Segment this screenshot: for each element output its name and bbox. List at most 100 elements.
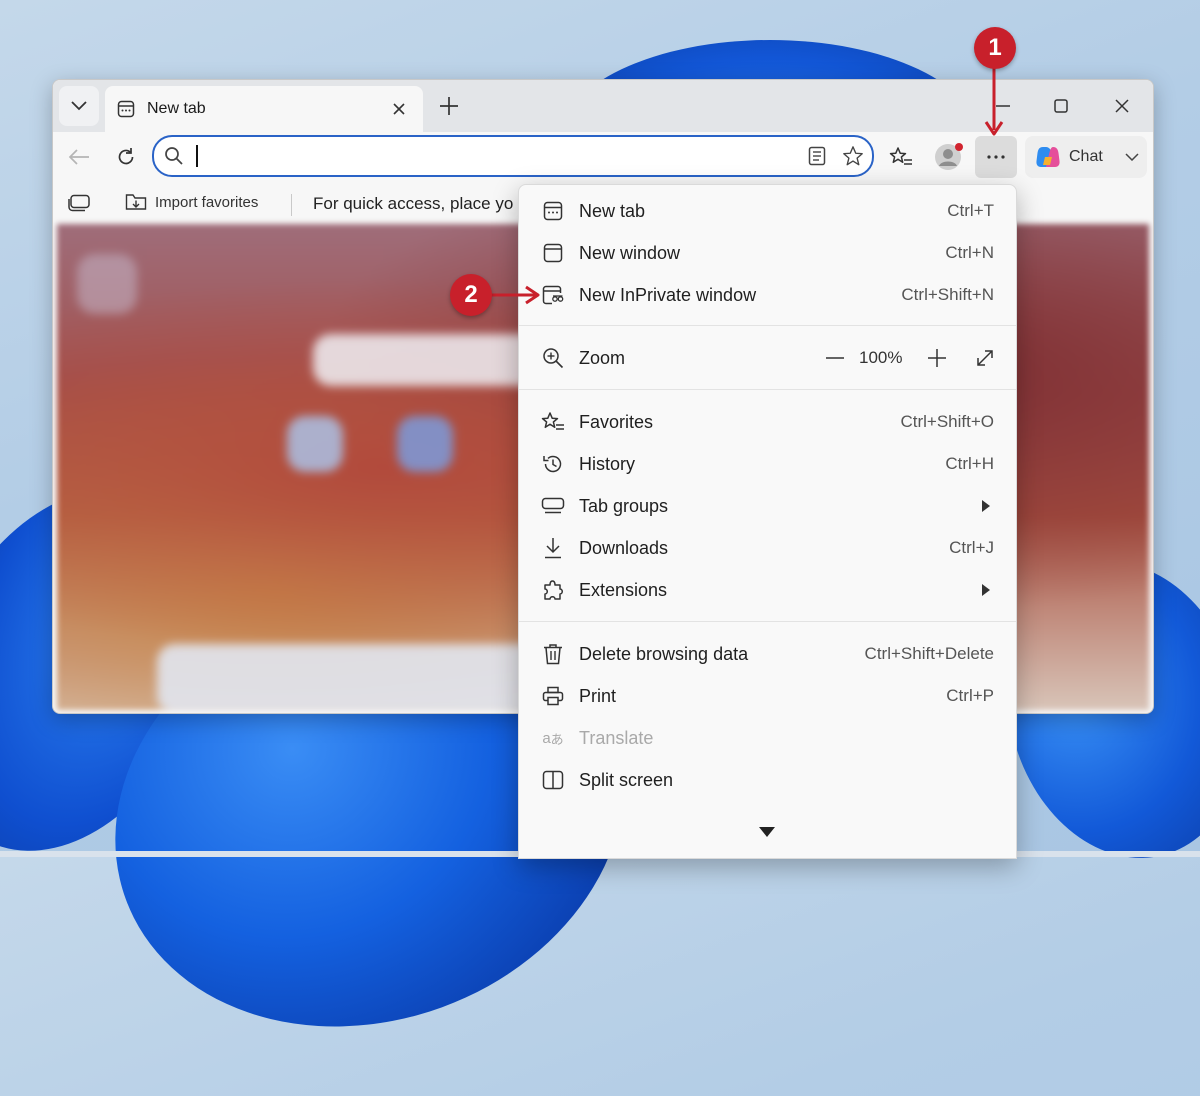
menu-item-zoom: Zoom 100% [519, 337, 1016, 379]
menu-item-new-window[interactable]: New window Ctrl+N [519, 232, 1016, 274]
plus-icon [439, 96, 459, 116]
menu-item-label: Downloads [579, 537, 669, 558]
chat-label: Chat [1069, 148, 1103, 165]
blurred-feed [157, 644, 557, 710]
chevron-down-icon [1125, 153, 1139, 161]
menu-item-shortcut: Ctrl+Shift+O [900, 412, 994, 431]
fullscreen-button[interactable] [971, 337, 999, 379]
printer-icon [541, 684, 565, 708]
reader-view-icon[interactable] [806, 145, 828, 167]
close-window-button[interactable] [1106, 92, 1138, 120]
favorites-star-list-icon [889, 146, 913, 168]
chevron-down-icon [71, 101, 87, 111]
menu-item-shortcut: Ctrl+T [947, 201, 994, 220]
back-button[interactable] [63, 141, 95, 173]
menu-divider [519, 325, 1016, 326]
maximize-button[interactable] [1045, 92, 1077, 120]
step-2-callout: 2 [450, 274, 492, 316]
split-screen-icon [541, 768, 565, 792]
inprivate-icon [541, 283, 565, 307]
address-bar[interactable] [152, 135, 874, 177]
menu-item-downloads[interactable]: Downloads Ctrl+J [519, 527, 1016, 569]
menu-item-new-inprivate-window[interactable]: New InPrivate window Ctrl+Shift+N [519, 274, 1016, 316]
menu-item-label: New window [579, 242, 681, 263]
submenu-arrow-icon [982, 499, 992, 513]
menu-item-favorites[interactable]: Favorites Ctrl+Shift+O [519, 401, 1016, 443]
annotation-arrow-1 [984, 66, 1004, 136]
menu-item-label: Translate [579, 727, 654, 748]
menu-item-label: History [579, 453, 636, 474]
import-folder-icon [125, 192, 147, 212]
trash-icon [541, 642, 565, 666]
menu-item-label: New InPrivate window [579, 284, 757, 305]
refresh-button[interactable] [110, 141, 142, 173]
blurred-tile [287, 416, 343, 472]
menu-item-shortcut: Ctrl+P [946, 686, 994, 705]
tab-actions-button[interactable] [59, 86, 99, 126]
menu-scroll-down-button[interactable] [757, 825, 777, 839]
download-icon [541, 536, 565, 560]
avatar [934, 143, 963, 171]
menu-item-shortcut: Ctrl+Shift+N [901, 285, 994, 304]
notification-dot [955, 143, 963, 151]
settings-and-more-button[interactable] [975, 136, 1017, 178]
menu-item-label: Split screen [579, 769, 674, 790]
menu-item-split-screen[interactable]: Split screen [519, 759, 1016, 801]
search-icon [164, 146, 184, 166]
annotation-arrow-2 [490, 285, 540, 305]
menu-item-shortcut: Ctrl+H [945, 454, 994, 473]
menu-item-extensions[interactable]: Extensions [519, 569, 1016, 611]
import-favorites-label: Import favorites [155, 193, 259, 211]
refresh-icon [116, 147, 136, 167]
zoom-level: 100% [859, 348, 903, 367]
settings-menu: New tab Ctrl+T New window Ctrl+N New InP… [518, 184, 1017, 859]
blurred-logo [77, 254, 137, 314]
window-icon [541, 241, 565, 265]
triangle-down-icon [759, 827, 775, 837]
address-input[interactable] [202, 143, 786, 171]
translate-icon: aあ [542, 729, 564, 747]
menu-item-new-tab[interactable]: New tab Ctrl+T [519, 190, 1016, 232]
menu-item-shortcut: Ctrl+N [945, 243, 994, 262]
new-tab-icon [541, 199, 565, 223]
menu-item-print[interactable]: Print Ctrl+P [519, 675, 1016, 717]
history-icon [541, 452, 565, 476]
tab-new-tab[interactable]: New tab [105, 86, 423, 132]
submenu-arrow-icon [982, 583, 992, 597]
copilot-icon [1035, 145, 1061, 169]
menu-item-label: Print [579, 685, 617, 706]
puzzle-piece-icon [541, 578, 565, 602]
menu-item-delete-browsing-data[interactable]: Delete browsing data Ctrl+Shift+Delete [519, 633, 1016, 675]
favorites-button[interactable] [885, 141, 917, 173]
new-tab-icon [117, 99, 137, 119]
favorites-divider [291, 194, 292, 216]
copilot-chat-button[interactable]: Chat [1025, 136, 1147, 178]
close-tab-icon[interactable] [389, 99, 409, 119]
menu-divider [519, 389, 1016, 390]
menu-item-shortcut: Ctrl+Shift+Delete [864, 644, 994, 663]
profile-button[interactable] [932, 141, 964, 173]
zoom-in-button[interactable] [923, 337, 951, 379]
menu-item-history[interactable]: History Ctrl+H [519, 443, 1016, 485]
zoom-icon [541, 346, 565, 370]
text-caret [196, 145, 198, 167]
favorites-bar-hint: For quick access, place yo [313, 194, 514, 213]
tab-title: New tab [147, 100, 206, 117]
maximize-icon [1054, 99, 1068, 113]
menu-item-label: Extensions [579, 579, 668, 600]
back-arrow-icon [68, 148, 90, 166]
tab-groups-icon [541, 494, 565, 518]
blurred-tile [397, 416, 453, 472]
new-tab-button[interactable] [435, 92, 463, 120]
add-favorite-star-icon[interactable] [842, 145, 864, 167]
zoom-out-button[interactable] [821, 337, 849, 379]
menu-item-translate: aあ Translate [519, 717, 1016, 759]
favorites-icon [541, 410, 565, 434]
menu-item-label: Favorites [579, 411, 654, 432]
menu-item-label: Tab groups [579, 495, 669, 516]
import-favorites-button[interactable]: Import favorites [125, 192, 258, 212]
menu-divider [519, 621, 1016, 622]
close-icon [1115, 99, 1129, 113]
collections-icon[interactable] [67, 194, 91, 212]
menu-item-tab-groups[interactable]: Tab groups [519, 485, 1016, 527]
